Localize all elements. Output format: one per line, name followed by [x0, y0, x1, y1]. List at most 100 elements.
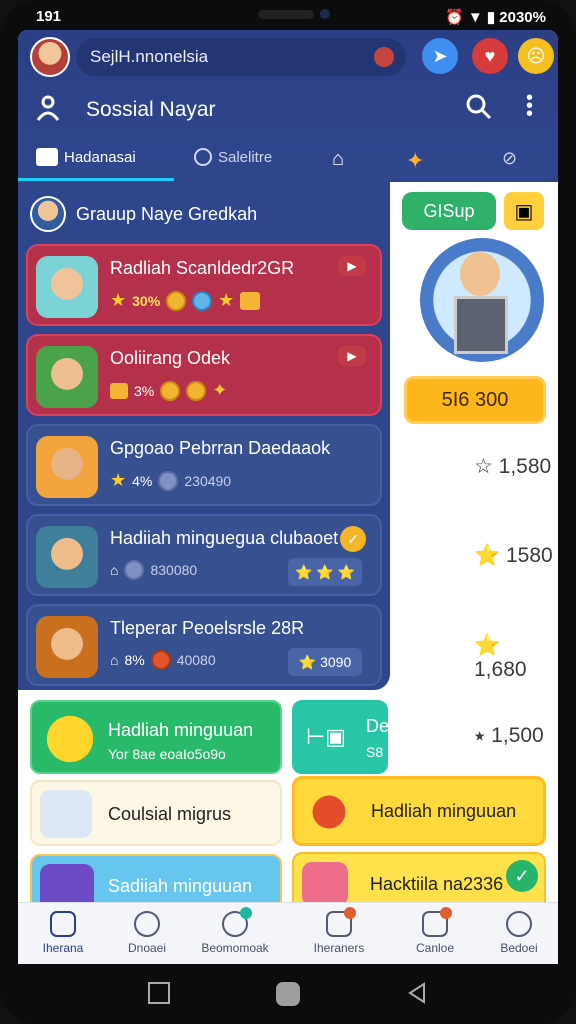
chest-icon	[110, 382, 128, 399]
play-button[interactable]: ▶	[338, 346, 366, 366]
card-stats: ★ 30% ★	[110, 290, 261, 311]
back-button[interactable]	[406, 982, 428, 1004]
card-title: Ooliirang Odek	[110, 348, 231, 368]
nav-label: Canloe	[415, 941, 455, 955]
reward-card[interactable]: Hadiiah minguegua clubaoet ⌂ 830080 ✓ ⭐ …	[26, 514, 382, 596]
card-percent: 30%	[132, 292, 161, 309]
basket-icon: ⌂	[110, 562, 119, 578]
check-icon[interactable]: ✓	[340, 526, 366, 552]
phone-frame: 191 ⏰ ▼ ▮ 2030% SejlH.nnonelsia ➤ ♥ ☹ So…	[0, 0, 576, 1024]
gold-button[interactable]: 5I6 300	[404, 376, 546, 424]
nav-item-clock[interactable]: Dnoaei	[102, 911, 192, 955]
send-icon[interactable]: ➤	[422, 38, 458, 74]
check-icon[interactable]: ✓	[506, 860, 538, 892]
profile-row: SejlH.nnonelsia ➤ ♥ ☹	[30, 36, 554, 78]
tab-home[interactable]: ⌂	[332, 148, 344, 171]
clock-icon	[134, 911, 160, 937]
nav-item-messages[interactable]: Iheraners	[294, 907, 384, 955]
tab-salelitre[interactable]: Salelitre	[194, 148, 272, 166]
card-avatar	[36, 616, 98, 678]
status-time: 191	[36, 8, 62, 25]
coin-icon	[186, 380, 207, 401]
camera-dot	[320, 9, 330, 19]
search-bar[interactable]: SejlH.nnonelsia	[76, 38, 406, 76]
promo-illustration	[420, 238, 544, 362]
nav-item-home[interactable]: Iherana	[18, 911, 108, 955]
tile-title: De	[366, 716, 390, 736]
nav-label: Bedoei	[500, 941, 538, 955]
gem-icon	[192, 290, 213, 311]
tile-title: Hadliah minguuan	[371, 801, 517, 821]
reward-tile[interactable]: Coulsial migrus	[30, 780, 282, 846]
group-avatar	[30, 196, 66, 232]
heart-icon[interactable]: ♥	[472, 38, 508, 74]
reward-card[interactable]: Ooliirang Odek 3% ✦ ▶	[26, 334, 382, 416]
card-value: 40080	[176, 652, 216, 668]
reward-card[interactable]: Tleperar Peoelsrsle 28R ⌂ 8% 40080 ⭐ 309…	[26, 604, 382, 686]
reward-tile[interactable]: ⊢▣ De S8	[292, 700, 390, 774]
reward-tile[interactable]: Hadliah minguuan	[292, 776, 546, 846]
emoji-icon[interactable]: ☹	[518, 38, 554, 74]
stars-pill[interactable]: ⭐ ⭐ ⭐	[288, 558, 362, 586]
nav-label: Beomomoak	[201, 941, 269, 955]
add-user-icon[interactable]	[36, 94, 64, 122]
card-value: 830080	[150, 562, 198, 578]
timer-icon	[222, 907, 252, 937]
nav-item-info[interactable]: Bedoei	[474, 911, 558, 955]
card-percent: 8%	[124, 652, 145, 668]
coin-icon	[166, 290, 187, 311]
info-icon	[506, 911, 532, 937]
nav-item-chat[interactable]: Canloe	[390, 907, 480, 955]
gift-box-icon[interactable]: ▣	[504, 192, 544, 230]
search-icon[interactable]	[466, 94, 492, 120]
score-value: ☆ 1,580	[474, 455, 552, 478]
sign-board	[454, 296, 508, 354]
badge-icon: ✦	[406, 148, 425, 173]
tile-mascot-icon	[40, 710, 100, 768]
card-stats: ⌂ 830080	[110, 560, 197, 580]
card-percent: 3%	[134, 382, 155, 399]
tile-title: Coulsial migrus	[108, 804, 232, 824]
nav-item-timer[interactable]: Beomomoak	[190, 907, 280, 955]
play-button[interactable]: ▶	[338, 256, 366, 276]
group-title: Grauup Naye Gredkah	[76, 204, 258, 224]
user-avatar[interactable]	[30, 37, 70, 77]
coin-icon	[124, 560, 145, 580]
tab-label: Hadanasai	[64, 148, 136, 166]
score-value: ⭐ 1,680	[474, 634, 527, 681]
reward-tile[interactable]: Hadliah minguuan Yor 8ae eoaIo5o9o	[30, 700, 282, 774]
card-stats: 3% ✦	[110, 380, 227, 401]
bottom-nav: Iherana Dnoaei Beomomoak Iheraners Canlo…	[18, 902, 558, 964]
basket-icon: ⌂	[110, 652, 119, 668]
tab-badge[interactable]: ✦	[406, 148, 424, 174]
tab-check[interactable]: ⊘	[502, 148, 517, 169]
notification-badge	[344, 907, 356, 919]
reward-card[interactable]: Gpgoao Pebrran Daedaaok ★ 4% 230490	[26, 424, 382, 506]
person-face	[460, 252, 500, 296]
tile-shield-icon	[40, 790, 92, 838]
group-header[interactable]: Grauup Naye Gredkah	[18, 190, 390, 240]
recent-apps-button[interactable]	[148, 982, 170, 1004]
card-avatar	[36, 256, 98, 318]
nav-label: Iherana	[42, 941, 84, 955]
reward-card[interactable]: Radliah Scanldedr2GR ★ 30% ★ ▶	[26, 244, 382, 326]
tile-title: Hacktiila na2336	[370, 874, 504, 894]
record-icon[interactable]	[374, 47, 394, 67]
home-button[interactable]	[276, 982, 300, 1006]
status-bar: 191 ⏰ ▼ ▮ 2030%	[0, 0, 576, 34]
search-text: SejlH.nnonelsia	[90, 47, 209, 66]
tile-title: Hadliah minguuan	[108, 720, 254, 740]
clock-icon	[194, 148, 212, 166]
video-icon: ⊢▣	[306, 724, 346, 749]
group-button[interactable]: GISup	[402, 192, 496, 230]
more-menu-icon[interactable]: • • •	[526, 88, 533, 124]
score-value: ⭑ 1,500	[474, 724, 544, 747]
chat-icon	[422, 907, 452, 937]
card-stats: ⌂ 8% 40080	[110, 650, 216, 670]
nav-label: Iheraners	[313, 941, 365, 955]
speaker-notch	[258, 10, 314, 19]
stars-pill[interactable]: ⭐ 3090	[288, 648, 362, 676]
check-circle-icon: ⊘	[502, 148, 518, 168]
title-row: Sossial Nayar • • •	[36, 88, 546, 128]
tab-hadanasai[interactable]: Hadanasai	[36, 148, 136, 166]
